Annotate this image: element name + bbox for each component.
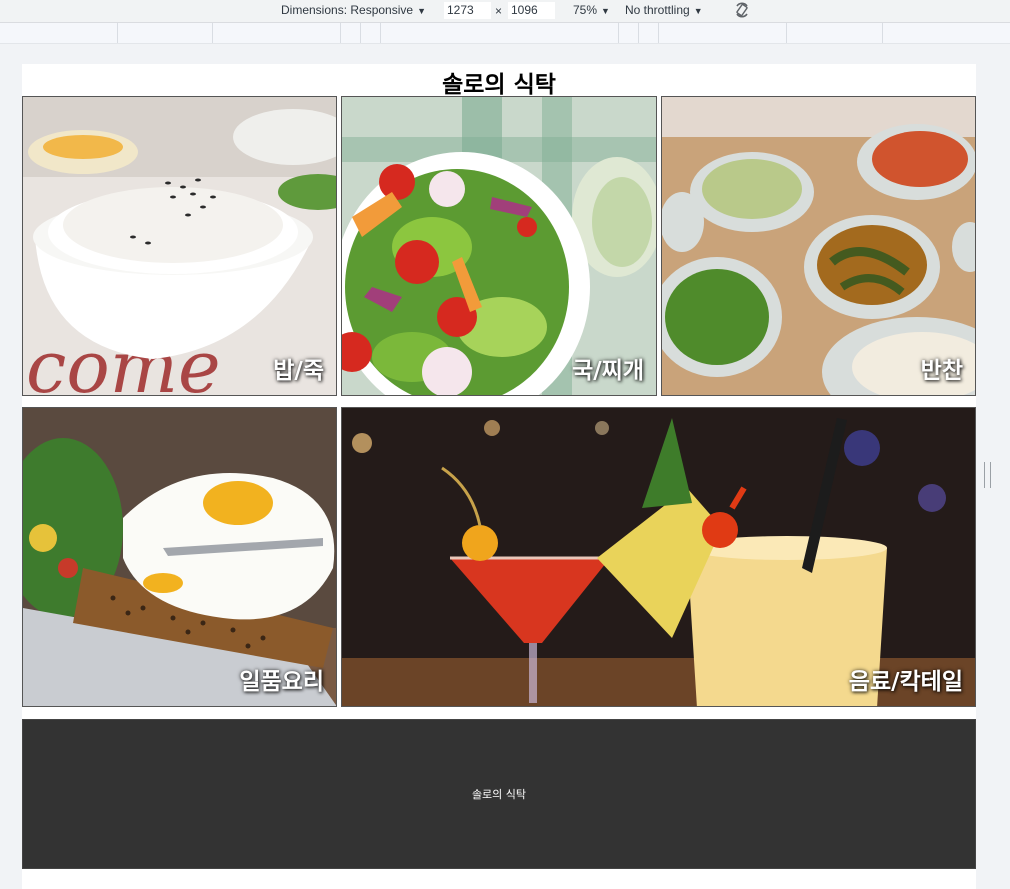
ruler-mark[interactable] (360, 23, 361, 43)
ruler-mark[interactable] (380, 23, 381, 43)
dimensions-dropdown[interactable]: Dimensions: Responsive ▼ (281, 3, 426, 17)
tile-label-soup: 국/찌개 (572, 358, 644, 384)
dimensions-label: Dimensions: Responsive (281, 3, 414, 17)
throttling-dropdown[interactable]: No throttling ▼ (625, 3, 703, 17)
ruler-mark[interactable] (638, 23, 639, 43)
site-title: 솔로의 식탁 (442, 72, 556, 98)
ruler-mark[interactable] (117, 23, 118, 43)
footer-text: 솔로의 식탁 (471, 788, 527, 801)
tile-label-drinks: 음료/칵테일 (848, 669, 963, 695)
height-input[interactable]: 1096 (508, 2, 555, 19)
ruler-mark[interactable] (658, 23, 659, 43)
media-query-ruler (0, 23, 1010, 44)
zoom-label: 75% (573, 3, 598, 17)
ruler-mark[interactable] (212, 23, 213, 43)
width-input[interactable]: 1273 (444, 2, 491, 19)
menu-tile-rice[interactable]: lcome 밥/죽 (22, 96, 337, 396)
site-footer: 솔로의 식탁 (22, 719, 976, 869)
page-viewport: 솔로의 식탁 lcome 밥/죽 국/찌개 반찬 일품요리 음료/칵테일 솔로의… (22, 64, 976, 889)
rotate-icon[interactable] (732, 0, 752, 20)
times-sign: × (495, 4, 503, 18)
chevron-down-icon: ▼ (601, 6, 610, 16)
ruler-mark[interactable] (618, 23, 619, 43)
menu-tile-single-dish[interactable]: 일품요리 (22, 407, 337, 707)
tile-label-single-dish: 일품요리 (239, 669, 324, 695)
devtools-device-toolbar: Dimensions: Responsive ▼ 1273 × 1096 75% ▼… (0, 0, 1010, 23)
menu-tile-soup[interactable]: 국/찌개 (341, 96, 657, 396)
zoom-dropdown[interactable]: 75% ▼ (573, 3, 610, 17)
ruler-mark[interactable] (340, 23, 341, 43)
menu-tile-drinks[interactable]: 음료/칵테일 (341, 407, 976, 707)
viewport-resize-handle[interactable] (984, 462, 991, 488)
throttling-label: No throttling (625, 3, 690, 17)
chevron-down-icon: ▼ (417, 6, 426, 16)
ruler-mark[interactable] (882, 23, 883, 43)
chevron-down-icon: ▼ (693, 6, 703, 16)
menu-tile-side-dishes[interactable]: 반찬 (661, 96, 976, 396)
tile-label-rice: 밥/죽 (273, 358, 324, 384)
ruler-mark[interactable] (786, 23, 787, 43)
tile-label-side-dishes: 반찬 (920, 358, 963, 384)
